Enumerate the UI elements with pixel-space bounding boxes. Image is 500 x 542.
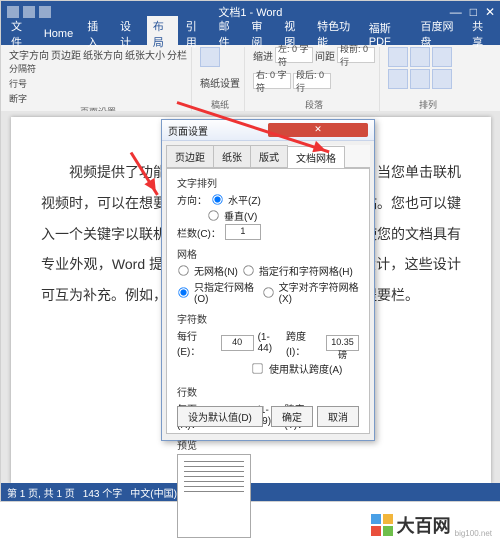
brand-name: 大百网 — [397, 512, 451, 538]
group-paragraph: 缩进 左: 0 字符 间距 段前: 0 行 右: 0 字符 段后: 0 行 段落 — [249, 47, 380, 111]
ok-button[interactable]: 确定 — [271, 406, 313, 427]
group-label: 段落 — [253, 98, 375, 111]
chars-label: 每行(E)： — [177, 328, 217, 358]
brand-logo-icon — [371, 514, 393, 536]
lines-heading: 行数 — [177, 384, 359, 399]
indent-right-input[interactable]: 右: 0 字符 — [253, 73, 291, 89]
orientation-button[interactable]: 纸张方向 — [83, 47, 123, 62]
chars-range: (1-44) — [258, 332, 282, 354]
set-default-button[interactable]: 设为默认值(D) — [177, 406, 263, 427]
group-arrange: 排列 — [384, 47, 472, 111]
grid-snapchar-radio[interactable]: 文字对齐字符网格(X) — [262, 279, 359, 305]
dir-vertical-radio[interactable]: 垂直(V) — [207, 208, 257, 223]
chars-input[interactable]: 40 — [221, 335, 254, 351]
ribbon-tabstrip: 文件 Home 插入 设计 布局 引用 邮件 审阅 视图 特色功能 福斯PDF … — [1, 23, 500, 45]
page-setup-dialog: 页面设置 ✕ 页边距 纸张 版式 文档网格 文字排列 方向： 水平(Z) 垂直(… — [161, 119, 375, 441]
indent-label: 缩进 — [253, 48, 273, 63]
dialog-body: 文字排列 方向： 水平(Z) 垂直(V) 栏数(C)： 1 网格 无网格(N) … — [166, 168, 370, 434]
grid-none-radio[interactable]: 无网格(N) — [177, 263, 238, 278]
space-after-input[interactable]: 段后: 0 行 — [293, 73, 331, 89]
grid-heading: 网格 — [177, 246, 359, 261]
dlg-tab-layout[interactable]: 版式 — [250, 145, 288, 167]
position-button[interactable] — [388, 47, 408, 67]
group-label: 排列 — [388, 98, 468, 111]
align-button[interactable] — [432, 69, 452, 89]
chars-heading: 字符数 — [177, 311, 359, 326]
text-direction-button[interactable]: 文字方向 — [9, 47, 49, 62]
group-paper: 稿纸设置 稿纸 — [196, 47, 245, 111]
chars-pitch-label: 跨度(I)： — [286, 328, 322, 358]
space-before-input[interactable]: 段前: 0 行 — [337, 47, 375, 63]
group-label: 稿纸 — [200, 98, 240, 111]
ribbon: 文字方向 页边距 纸张方向 纸张大小 分栏 分隔符 行号 断字 页面设置 稿纸设… — [1, 45, 500, 114]
language[interactable]: 中文(中国) — [130, 485, 177, 500]
chars-pitch-input[interactable]: 10.35 磅 — [326, 335, 359, 351]
wordcount[interactable]: 143 个字 — [83, 485, 122, 500]
dlg-tab-paper[interactable]: 纸张 — [213, 145, 251, 167]
paper-setup-button[interactable]: 稿纸设置 — [200, 75, 240, 90]
brand-url: big100.net — [455, 529, 492, 538]
dlg-tab-margins[interactable]: 页边距 — [166, 145, 214, 167]
hyphenation-button[interactable]: 断字 — [9, 92, 27, 105]
forward-button[interactable] — [432, 47, 452, 67]
columns-button[interactable]: 分栏 — [167, 47, 187, 62]
preview-heading: 预览 — [177, 437, 359, 452]
selection-pane-button[interactable] — [410, 69, 430, 89]
breaks-button[interactable]: 分隔符 — [9, 62, 36, 75]
dialog-tabs: 页边距 纸张 版式 文档网格 — [166, 145, 370, 168]
qat-undo-icon[interactable] — [39, 6, 51, 18]
cols-input[interactable]: 1 — [225, 224, 261, 240]
backward-button[interactable] — [388, 69, 408, 89]
paper-icon[interactable] — [200, 47, 220, 67]
group-page-setup: 文字方向 页边距 纸张方向 纸张大小 分栏 分隔符 行号 断字 页面设置 — [5, 47, 192, 111]
watermark-brand: 大百网 big100.net — [371, 512, 492, 538]
cancel-button[interactable]: 取消 — [317, 406, 359, 427]
grid-lineonly-radio[interactable]: 只指定行网格(O) — [177, 279, 258, 305]
indent-left-input[interactable]: 左: 0 字符 — [275, 47, 313, 63]
dir-label: 方向： — [177, 192, 207, 207]
line-numbers-button[interactable]: 行号 — [9, 77, 27, 90]
wrap-button[interactable] — [410, 47, 430, 67]
page-indicator[interactable]: 第 1 页, 共 1 页 — [7, 485, 75, 500]
dir-horizontal-radio[interactable]: 水平(Z) — [211, 192, 261, 207]
size-button[interactable]: 纸张大小 — [125, 47, 165, 62]
default-pitch-check[interactable]: 使用默认跨度(A) — [247, 359, 342, 378]
preview-box — [177, 454, 251, 538]
spacing-label: 间距 — [315, 48, 335, 63]
text-dir-heading: 文字排列 — [177, 175, 359, 190]
cols-label: 栏数(C)： — [177, 225, 221, 240]
qat-save-icon[interactable] — [23, 6, 35, 18]
tab-home[interactable]: Home — [38, 26, 79, 42]
app-icon — [7, 6, 19, 18]
grid-linechar-radio[interactable]: 指定行和字符网格(H) — [242, 263, 353, 278]
margins-button[interactable]: 页边距 — [51, 47, 81, 62]
